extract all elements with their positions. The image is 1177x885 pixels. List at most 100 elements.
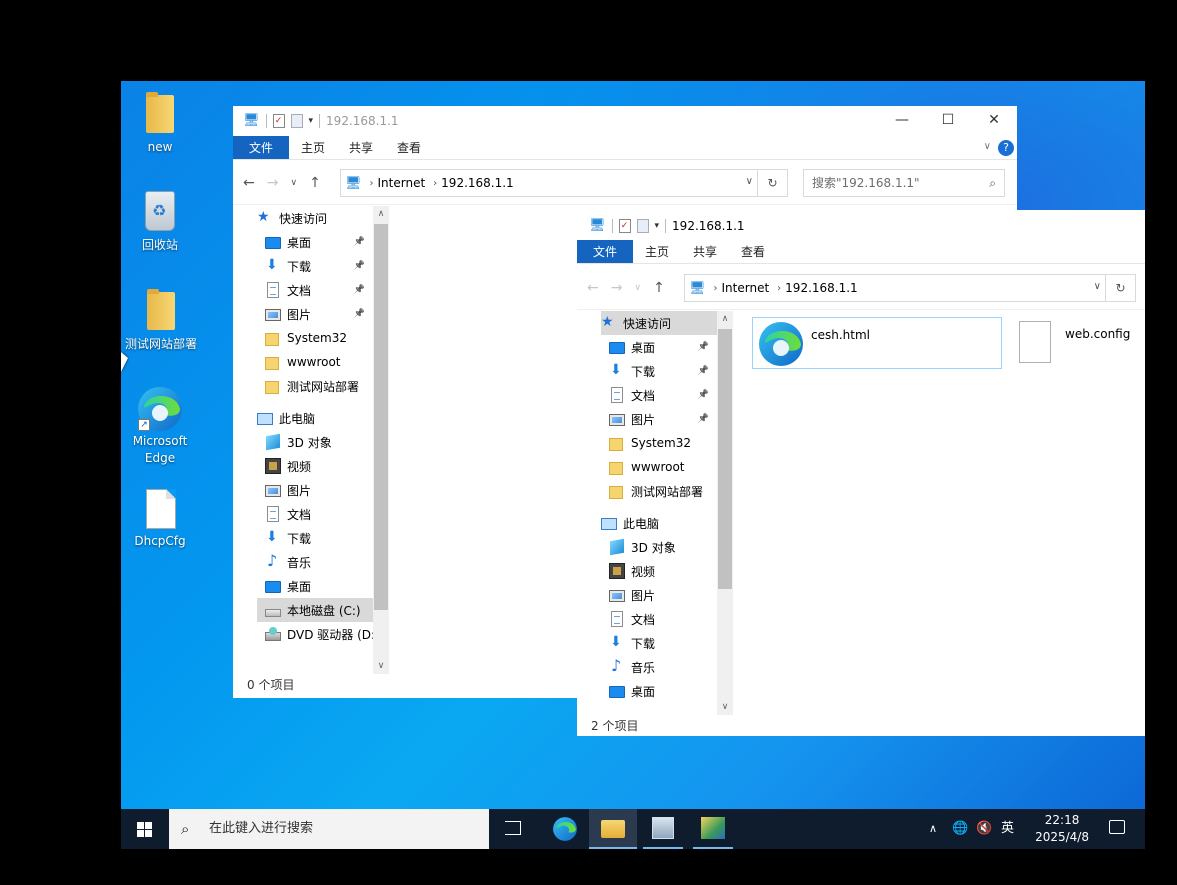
tab-file[interactable]: 文件 (233, 136, 290, 159)
taskbar-file-explorer[interactable] (589, 809, 637, 849)
nav-item[interactable]: 音乐 (601, 655, 717, 679)
title-bar[interactable]: 🖥 ✓ ▾ 192.168.1.1 — ☐ ✕ (233, 106, 1017, 136)
taskbar-network-tool[interactable] (689, 809, 737, 849)
nav-item[interactable]: 快速访问 (257, 206, 373, 230)
nav-item[interactable]: 3D 对象 (601, 535, 717, 559)
forward-button[interactable]: → (611, 280, 623, 296)
volume-muted-icon[interactable]: 🔇 (976, 809, 992, 849)
nav-item[interactable]: 3D 对象 (257, 430, 373, 454)
nav-item[interactable]: 桌面 (601, 679, 717, 703)
refresh-button[interactable]: ↻ (757, 170, 787, 196)
breadcrumb-internet[interactable]: Internet (722, 281, 770, 295)
address-bar[interactable]: 🖥 › Internet › 192.168.1.1 ∨ ↻ (340, 169, 788, 197)
breadcrumb-host[interactable]: 192.168.1.1 (785, 281, 858, 295)
nav-scrollbar[interactable]: ∧ ∨ (373, 206, 389, 674)
up-button[interactable]: ↑ (653, 280, 665, 296)
taskbar-edge[interactable] (541, 809, 589, 849)
recent-locations-icon[interactable]: ∨ (634, 280, 641, 296)
nav-item[interactable]: 音乐 (257, 550, 373, 574)
nav-item[interactable]: DVD 驱动器 (D: (257, 622, 373, 646)
title-bar[interactable]: 🖥 ✓ ▾ 192.168.1.1 (577, 210, 1145, 240)
nav-item[interactable]: 下载 (601, 631, 717, 655)
clock[interactable]: 22:18 2025/4/8 (1035, 812, 1089, 846)
nav-item[interactable]: 本地磁盘 (C:) (257, 598, 373, 622)
nav-item[interactable]: 文档 (257, 502, 373, 526)
back-button[interactable]: ← (243, 175, 255, 191)
recent-locations-icon[interactable]: ∨ (290, 175, 297, 191)
nav-item[interactable]: 图片 (601, 583, 717, 607)
forward-button[interactable]: → (267, 175, 279, 191)
nav-item[interactable]: 测试网站部署 (601, 479, 717, 503)
tab-view[interactable]: 查看 (729, 240, 777, 263)
nav-item[interactable]: 测试网站部署 (257, 374, 373, 398)
nav-item[interactable]: 文档 📌 (601, 383, 717, 407)
scroll-thumb[interactable] (374, 224, 388, 610)
nav-item[interactable]: 视频 (257, 454, 373, 478)
properties-icon[interactable]: ✓ (618, 218, 631, 233)
nav-item[interactable]: 文档 📌 (257, 278, 373, 302)
maximize-button[interactable]: ☐ (925, 106, 971, 134)
nav-item[interactable]: 桌面 📌 (257, 230, 373, 254)
nav-item[interactable]: wwwroot (601, 455, 717, 479)
input-method-indicator[interactable]: 英 (1001, 809, 1014, 849)
chevron-down-icon[interactable]: ∨ (746, 176, 753, 187)
explorer-window-front[interactable]: 🖥 ✓ ▾ 192.168.1.1 文件 主页 共享 查看 ← → ∨ ↑ 🖥 … (577, 210, 1145, 736)
network-icon[interactable]: 🌐 (952, 809, 968, 849)
nav-item[interactable]: 图片 📌 (257, 302, 373, 326)
help-icon[interactable]: ? (998, 140, 1014, 156)
nav-item[interactable]: 桌面 (257, 574, 373, 598)
desktop-icon-recycle-bin[interactable]: 回收站 (121, 187, 199, 254)
close-button[interactable]: ✕ (971, 106, 1017, 134)
nav-scrollbar[interactable]: ∧ ∨ (717, 311, 733, 715)
tab-view[interactable]: 查看 (385, 136, 433, 159)
nav-item[interactable]: 图片 📌 (601, 407, 717, 431)
taskbar-search-box[interactable]: ⌕ 在此键入进行搜索 (169, 809, 489, 849)
refresh-button[interactable]: ↻ (1105, 275, 1135, 301)
task-view-button[interactable] (489, 809, 537, 849)
nav-item[interactable]: 文档 (601, 607, 717, 631)
scroll-up-icon[interactable]: ∧ (717, 311, 733, 327)
scroll-down-icon[interactable]: ∨ (373, 658, 389, 674)
scroll-down-icon[interactable]: ∨ (717, 699, 733, 715)
customize-toolbar-icon[interactable]: ▾ (309, 116, 314, 126)
tab-share[interactable]: 共享 (681, 240, 729, 263)
notification-icon[interactable] (1109, 820, 1125, 834)
start-button[interactable] (121, 809, 169, 849)
nav-item[interactable]: 此电脑 (601, 511, 717, 535)
desktop-icon-dhcpcfg[interactable]: DhcpCfg (121, 483, 199, 550)
search-input[interactable]: 搜索"192.168.1.1" ⌕ (803, 169, 1005, 197)
nav-item[interactable]: wwwroot (257, 350, 373, 374)
file-item-web-config[interactable]: web.config (1017, 321, 1145, 369)
desktop-icon-new[interactable]: new (121, 89, 199, 156)
nav-item[interactable]: System32 (601, 431, 717, 455)
breadcrumb-internet[interactable]: Internet (378, 176, 426, 190)
scroll-up-icon[interactable]: ∧ (373, 206, 389, 222)
nav-item[interactable]: System32 (257, 326, 373, 350)
show-hidden-icons-button[interactable]: ∧ (929, 809, 937, 849)
nav-item[interactable]: 下载 📌 (257, 254, 373, 278)
address-bar[interactable]: 🖥 › Internet › 192.168.1.1 ∨ ↻ (684, 274, 1136, 302)
new-folder-icon[interactable] (290, 113, 303, 128)
nav-item[interactable]: 此电脑 (257, 406, 373, 430)
breadcrumb-host[interactable]: 192.168.1.1 (441, 176, 514, 190)
tab-home[interactable]: 主页 (633, 240, 681, 263)
customize-toolbar-icon[interactable]: ▾ (655, 221, 660, 231)
nav-item[interactable]: 快速访问 (601, 311, 717, 335)
nav-item[interactable]: 图片 (257, 478, 373, 502)
chevron-down-icon[interactable]: ∨ (1094, 281, 1101, 292)
nav-item[interactable]: 桌面 📌 (601, 335, 717, 359)
nav-item[interactable]: 下载 (257, 526, 373, 550)
tab-share[interactable]: 共享 (337, 136, 385, 159)
nav-item[interactable]: 下载 📌 (601, 359, 717, 383)
expand-ribbon-icon[interactable]: ∨ (984, 141, 991, 152)
file-item-cesh-html[interactable]: cesh.html (752, 317, 1002, 369)
up-button[interactable]: ↑ (309, 175, 321, 191)
new-folder-icon[interactable] (636, 218, 649, 233)
desktop-icon-edge[interactable]: ↗ Microsoft Edge (121, 383, 199, 467)
nav-item[interactable]: 视频 (601, 559, 717, 583)
minimize-button[interactable]: — (879, 106, 925, 134)
back-button[interactable]: ← (587, 280, 599, 296)
properties-icon[interactable]: ✓ (272, 113, 285, 128)
tab-home[interactable]: 主页 (289, 136, 337, 159)
scroll-thumb[interactable] (718, 329, 732, 589)
